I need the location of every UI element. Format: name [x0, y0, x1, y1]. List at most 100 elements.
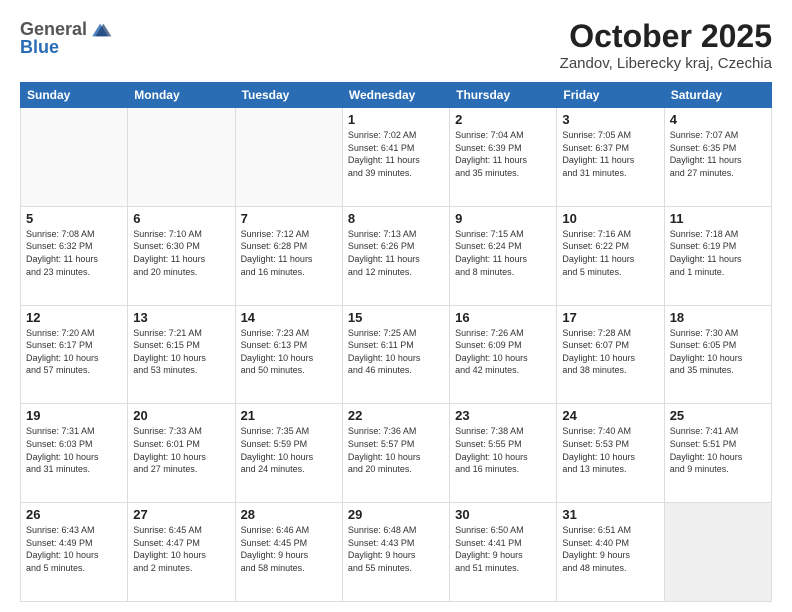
calendar-cell: [235, 108, 342, 207]
day-number: 21: [241, 408, 337, 423]
calendar-cell: [128, 108, 235, 207]
header: General Blue October 2025 Zandov, Libere…: [20, 18, 772, 72]
cell-text: Sunrise: 7:26 AM Sunset: 6:09 PM Dayligh…: [455, 327, 551, 377]
calendar-cell: 28 Sunrise: 6:46 AM Sunset: 4:45 PM Dayli…: [235, 503, 342, 602]
day-number: 27: [133, 507, 229, 522]
calendar-cell: 20Sunrise: 7:33 AM Sunset: 6:01 PM Dayli…: [128, 404, 235, 503]
cell-text: Sunrise: 7:20 AM Sunset: 6:17 PM Dayligh…: [26, 327, 122, 377]
day-number: 23: [455, 408, 551, 423]
calendar-cell: 29Sunrise: 6:48 AM Sunset: 4:43 PM Dayli…: [342, 503, 449, 602]
calendar-cell: 11 Sunrise: 7:18 AM Sunset: 6:19 PM Dayli…: [664, 206, 771, 305]
calendar-week-row: 5Sunrise: 7:08 AM Sunset: 6:32 PM Daylig…: [21, 206, 772, 305]
calendar-cell: 19Sunrise: 7:31 AM Sunset: 6:03 PM Dayli…: [21, 404, 128, 503]
calendar-cell: 18 Sunrise: 7:30 AM Sunset: 6:05 PM Dayli…: [664, 305, 771, 404]
calendar-cell: 8Sunrise: 7:13 AM Sunset: 6:26 PM Daylig…: [342, 206, 449, 305]
cell-text: Sunrise: 7:35 AM Sunset: 5:59 PM Dayligh…: [241, 425, 337, 475]
calendar-cell: 21 Sunrise: 7:35 AM Sunset: 5:59 PM Dayli…: [235, 404, 342, 503]
cell-text: Sunrise: 7:33 AM Sunset: 6:01 PM Dayligh…: [133, 425, 229, 475]
cell-text: Sunrise: 7:41 AM Sunset: 5:51 PM Dayligh…: [670, 425, 766, 475]
calendar-cell: 27 Sunrise: 6:45 AM Sunset: 4:47 PM Dayli…: [128, 503, 235, 602]
calendar-header-saturday: Saturday: [664, 83, 771, 108]
calendar-cell: 1Sunrise: 7:02 AM Sunset: 6:41 PM Daylig…: [342, 108, 449, 207]
day-number: 18: [670, 310, 766, 325]
day-number: 17: [562, 310, 658, 325]
day-number: 10: [562, 211, 658, 226]
calendar-week-row: 19Sunrise: 7:31 AM Sunset: 6:03 PM Dayli…: [21, 404, 772, 503]
day-number: 26: [26, 507, 122, 522]
calendar-cell: 25 Sunrise: 7:41 AM Sunset: 5:51 PM Dayli…: [664, 404, 771, 503]
day-number: 28: [241, 507, 337, 522]
page: General Blue October 2025 Zandov, Libere…: [0, 0, 792, 612]
cell-text: Sunrise: 7:25 AM Sunset: 6:11 PM Dayligh…: [348, 327, 444, 377]
calendar-week-row: 1Sunrise: 7:02 AM Sunset: 6:41 PM Daylig…: [21, 108, 772, 207]
day-number: 14: [241, 310, 337, 325]
cell-text: Sunrise: 7:10 AM Sunset: 6:30 PM Dayligh…: [133, 228, 229, 278]
day-number: 6: [133, 211, 229, 226]
day-number: 11: [670, 211, 766, 226]
cell-text: Sunrise: 7:13 AM Sunset: 6:26 PM Dayligh…: [348, 228, 444, 278]
calendar-header-friday: Friday: [557, 83, 664, 108]
cell-text: Sunrise: 7:28 AM Sunset: 6:07 PM Dayligh…: [562, 327, 658, 377]
day-number: 9: [455, 211, 551, 226]
cell-text: Sunrise: 6:46 AM Sunset: 4:45 PM Dayligh…: [241, 524, 337, 574]
calendar-cell: [21, 108, 128, 207]
cell-text: Sunrise: 7:08 AM Sunset: 6:32 PM Dayligh…: [26, 228, 122, 278]
cell-text: Sunrise: 7:23 AM Sunset: 6:13 PM Dayligh…: [241, 327, 337, 377]
cell-text: Sunrise: 7:30 AM Sunset: 6:05 PM Dayligh…: [670, 327, 766, 377]
day-number: 31: [562, 507, 658, 522]
day-number: 15: [348, 310, 444, 325]
calendar-cell: 14 Sunrise: 7:23 AM Sunset: 6:13 PM Dayli…: [235, 305, 342, 404]
calendar-cell: 16 Sunrise: 7:26 AM Sunset: 6:09 PM Dayli…: [450, 305, 557, 404]
calendar-cell: 4 Sunrise: 7:07 AM Sunset: 6:35 PM Daylig…: [664, 108, 771, 207]
calendar-cell: 24 Sunrise: 7:40 AM Sunset: 5:53 PM Dayli…: [557, 404, 664, 503]
cell-text: Sunrise: 7:40 AM Sunset: 5:53 PM Dayligh…: [562, 425, 658, 475]
cell-text: Sunrise: 7:04 AM Sunset: 6:39 PM Dayligh…: [455, 129, 551, 179]
cell-text: Sunrise: 6:48 AM Sunset: 4:43 PM Dayligh…: [348, 524, 444, 574]
calendar-cell: [664, 503, 771, 602]
calendar-cell: 5Sunrise: 7:08 AM Sunset: 6:32 PM Daylig…: [21, 206, 128, 305]
calendar-cell: 30Sunrise: 6:50 AM Sunset: 4:41 PM Dayli…: [450, 503, 557, 602]
title-area: October 2025 Zandov, Liberecky kraj, Cze…: [560, 18, 772, 72]
calendar-cell: 31 Sunrise: 6:51 AM Sunset: 4:40 PM Dayli…: [557, 503, 664, 602]
location: Zandov, Liberecky kraj, Czechia: [560, 55, 772, 72]
cell-text: Sunrise: 7:38 AM Sunset: 5:55 PM Dayligh…: [455, 425, 551, 475]
logo: General Blue: [20, 18, 113, 58]
cell-text: Sunrise: 6:51 AM Sunset: 4:40 PM Dayligh…: [562, 524, 658, 574]
cell-text: Sunrise: 6:43 AM Sunset: 4:49 PM Dayligh…: [26, 524, 122, 574]
day-number: 7: [241, 211, 337, 226]
cell-text: Sunrise: 7:21 AM Sunset: 6:15 PM Dayligh…: [133, 327, 229, 377]
cell-text: Sunrise: 7:02 AM Sunset: 6:41 PM Dayligh…: [348, 129, 444, 179]
cell-text: Sunrise: 7:15 AM Sunset: 6:24 PM Dayligh…: [455, 228, 551, 278]
day-number: 24: [562, 408, 658, 423]
calendar-cell: 7 Sunrise: 7:12 AM Sunset: 6:28 PM Daylig…: [235, 206, 342, 305]
logo-icon: [89, 18, 113, 42]
cell-text: Sunrise: 7:05 AM Sunset: 6:37 PM Dayligh…: [562, 129, 658, 179]
day-number: 22: [348, 408, 444, 423]
day-number: 16: [455, 310, 551, 325]
cell-text: Sunrise: 6:50 AM Sunset: 4:41 PM Dayligh…: [455, 524, 551, 574]
day-number: 25: [670, 408, 766, 423]
calendar-week-row: 12 Sunrise: 7:20 AM Sunset: 6:17 PM Dayli…: [21, 305, 772, 404]
month-title: October 2025: [560, 18, 772, 55]
calendar-header-thursday: Thursday: [450, 83, 557, 108]
calendar-cell: 13Sunrise: 7:21 AM Sunset: 6:15 PM Dayli…: [128, 305, 235, 404]
day-number: 4: [670, 112, 766, 127]
calendar-cell: 22Sunrise: 7:36 AM Sunset: 5:57 PM Dayli…: [342, 404, 449, 503]
calendar-header-tuesday: Tuesday: [235, 83, 342, 108]
day-number: 12: [26, 310, 122, 325]
calendar-cell: 2Sunrise: 7:04 AM Sunset: 6:39 PM Daylig…: [450, 108, 557, 207]
calendar-cell: 17 Sunrise: 7:28 AM Sunset: 6:07 PM Dayli…: [557, 305, 664, 404]
calendar-cell: 12 Sunrise: 7:20 AM Sunset: 6:17 PM Dayli…: [21, 305, 128, 404]
cell-text: Sunrise: 7:12 AM Sunset: 6:28 PM Dayligh…: [241, 228, 337, 278]
calendar-cell: 3Sunrise: 7:05 AM Sunset: 6:37 PM Daylig…: [557, 108, 664, 207]
calendar-cell: 26 Sunrise: 6:43 AM Sunset: 4:49 PM Dayli…: [21, 503, 128, 602]
day-number: 19: [26, 408, 122, 423]
cell-text: Sunrise: 7:18 AM Sunset: 6:19 PM Dayligh…: [670, 228, 766, 278]
cell-text: Sunrise: 7:16 AM Sunset: 6:22 PM Dayligh…: [562, 228, 658, 278]
calendar-header-monday: Monday: [128, 83, 235, 108]
calendar-header-row: SundayMondayTuesdayWednesdayThursdayFrid…: [21, 83, 772, 108]
cell-text: Sunrise: 7:07 AM Sunset: 6:35 PM Dayligh…: [670, 129, 766, 179]
calendar-cell: 15 Sunrise: 7:25 AM Sunset: 6:11 PM Dayli…: [342, 305, 449, 404]
cell-text: Sunrise: 6:45 AM Sunset: 4:47 PM Dayligh…: [133, 524, 229, 574]
calendar-cell: 9 Sunrise: 7:15 AM Sunset: 6:24 PM Daylig…: [450, 206, 557, 305]
